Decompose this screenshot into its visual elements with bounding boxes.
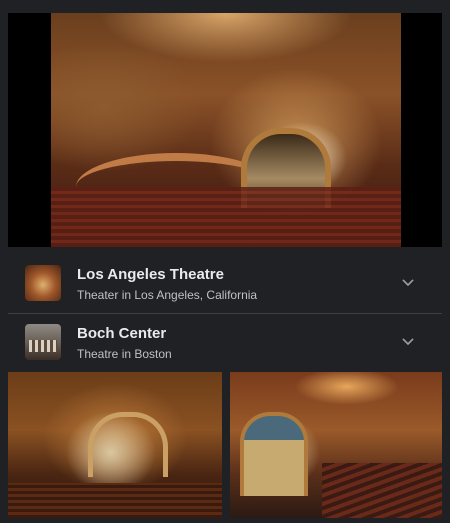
result-subtitle: Theatre in Boston (77, 347, 172, 361)
boch-center-thumbnail[interactable] (25, 324, 61, 360)
theatre-interior-photo (51, 13, 401, 247)
result-item-boch-center[interactable]: Boch Center Theatre in Boston (8, 313, 442, 372)
result-title[interactable]: Boch Center (77, 325, 166, 342)
theatre-photo-auditorium[interactable] (230, 372, 442, 518)
result-item-los-angeles-theatre[interactable]: Los Angeles Theatre Theater in Los Angel… (8, 255, 442, 313)
hero-image[interactable] (8, 13, 442, 247)
result-subtitle: Theater in Los Angeles, California (77, 288, 258, 302)
results-list: Los Angeles Theatre Theater in Los Angel… (8, 255, 442, 372)
chevron-down-icon[interactable] (400, 334, 416, 350)
result-title[interactable]: Los Angeles Theatre (77, 266, 224, 283)
chevron-down-icon[interactable] (400, 275, 416, 291)
los-angeles-theatre-thumbnail[interactable] (25, 265, 61, 301)
theatre-photo-stage[interactable] (8, 372, 222, 518)
seating-detail (51, 187, 401, 247)
